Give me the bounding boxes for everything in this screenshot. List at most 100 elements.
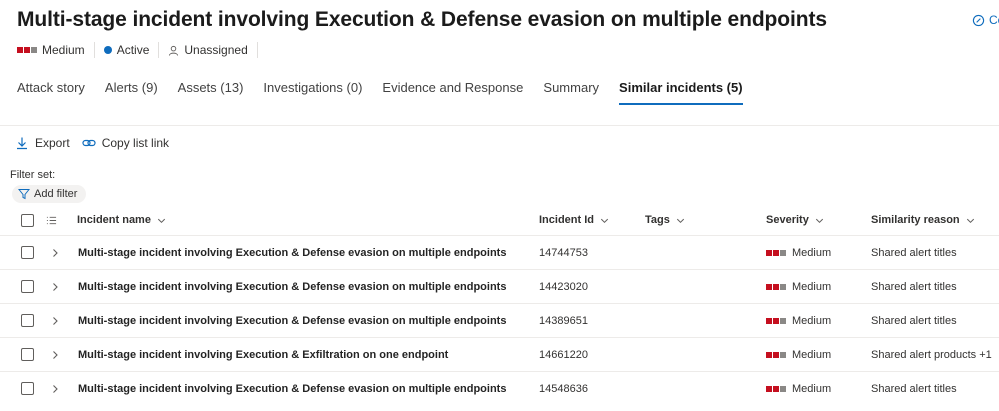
row-select-cell — [21, 236, 34, 269]
comment-icon — [972, 14, 985, 26]
row-select-cell — [21, 372, 34, 405]
page-title: Multi-stage incident involving Execution… — [17, 8, 827, 31]
incident-meta: Medium Active Unassigned — [17, 42, 267, 58]
group-toggle[interactable] — [46, 210, 57, 230]
table-row[interactable]: Multi-stage incident involving Execution… — [0, 337, 999, 371]
incident-name-link[interactable]: Multi-stage incident involving Execution… — [78, 270, 506, 303]
severity-cell: Medium — [766, 236, 831, 269]
download-icon — [17, 137, 27, 150]
severity-label: Medium — [792, 382, 832, 395]
incident-id: 14389651 — [539, 314, 588, 327]
tab-similar-incidents[interactable]: Similar incidents (5) — [619, 79, 743, 105]
incident-name-link[interactable]: Multi-stage incident involving Execution… — [78, 304, 506, 337]
list-icon — [46, 216, 57, 224]
export-label: Export — [35, 136, 70, 150]
tab-summary[interactable]: Summary — [543, 79, 599, 105]
meta-divider — [93, 42, 95, 58]
incident-name-link[interactable]: Multi-stage incident involving Execution… — [78, 236, 506, 269]
tab-attack-story[interactable]: Attack story — [17, 79, 85, 105]
table-row[interactable]: Multi-stage incident involving Execution… — [0, 303, 999, 337]
status-dot-icon — [103, 46, 112, 54]
severity-bar-icon — [766, 351, 786, 358]
incident-id: 14661220 — [539, 348, 588, 361]
column-label: Severity — [766, 214, 809, 226]
row-checkbox[interactable] — [21, 280, 34, 293]
severity-label: Medium — [792, 280, 832, 293]
table-row[interactable]: Multi-stage incident involving Execution… — [0, 371, 999, 405]
column-header-incident-id[interactable]: Incident Id — [539, 210, 610, 230]
row-checkbox[interactable] — [21, 314, 34, 327]
severity-bar-icon — [766, 385, 786, 392]
corner-action-label: Co — [989, 13, 999, 27]
table-row[interactable]: Multi-stage incident involving Execution… — [0, 235, 999, 269]
assignee-label: Unassigned — [184, 43, 248, 57]
select-all-checkbox[interactable] — [21, 213, 34, 227]
assignee-button[interactable]: Unassigned — [168, 43, 248, 57]
similarity-reason: Shared alert titles — [871, 314, 957, 327]
similarity-reason: Shared alert titles — [871, 280, 957, 293]
similarity-reason: Shared alert products +1 — [871, 348, 992, 361]
row-checkbox[interactable] — [21, 246, 34, 259]
tab-evidence-and-response[interactable]: Evidence and Response (2) — [382, 79, 523, 105]
chevron-down-icon — [966, 218, 974, 223]
row-expand-button[interactable] — [50, 338, 60, 371]
corner-action-link[interactable]: Co — [972, 13, 999, 27]
severity-cell: Medium — [766, 270, 831, 303]
chevron-right-icon — [53, 282, 58, 291]
status-label: Active — [116, 43, 150, 57]
copy-list-link-label: Copy list link — [101, 136, 170, 150]
table-header: Incident name Incident Id Tags Severity … — [0, 210, 999, 230]
row-select-cell — [21, 270, 34, 303]
similarity-reason: Shared alert titles — [871, 382, 957, 395]
add-filter-label: Add filter — [34, 188, 78, 200]
link-icon — [82, 139, 96, 147]
command-bar: Export Copy list link — [15, 135, 181, 151]
table-row[interactable]: Multi-stage incident involving Execution… — [0, 269, 999, 303]
incident-id: 14744753 — [539, 246, 588, 259]
chevron-down-icon — [676, 218, 684, 223]
chevron-down-icon — [815, 218, 823, 223]
filter-set-label: Filter set: — [10, 169, 56, 181]
row-checkbox[interactable] — [21, 382, 34, 395]
column-header-tags[interactable]: Tags — [645, 210, 686, 230]
tab-assets[interactable]: Assets (13) — [178, 79, 244, 105]
tab-investigations[interactable]: Investigations (0) — [263, 79, 362, 105]
chevron-right-icon — [53, 350, 58, 359]
add-filter-button[interactable]: Add filter — [12, 185, 87, 203]
chevron-right-icon — [53, 384, 58, 393]
tab-alerts[interactable]: Alerts (9) — [105, 79, 158, 105]
column-header-severity[interactable]: Severity — [766, 210, 825, 230]
chevron-right-icon — [53, 248, 58, 257]
column-label: Similarity reason — [871, 214, 960, 226]
column-label: Tags — [645, 214, 670, 226]
copy-list-link-button[interactable]: Copy list link — [82, 136, 169, 150]
select-all-cell — [21, 210, 34, 230]
chevron-down-icon — [600, 218, 609, 223]
severity-label: Medium — [792, 314, 832, 327]
row-checkbox[interactable] — [21, 348, 34, 361]
incident-name-link[interactable]: Multi-stage incident involving Execution… — [78, 338, 448, 371]
column-header-similarity-reason[interactable]: Similarity reason — [871, 210, 976, 230]
incident-id: 14548636 — [539, 382, 588, 395]
severity-bar-icon — [17, 47, 37, 53]
row-expand-button[interactable] — [50, 236, 60, 269]
severity-bar-icon — [766, 249, 786, 256]
column-header-incident-name[interactable]: Incident name — [77, 210, 167, 230]
export-button[interactable]: Export — [15, 136, 70, 150]
header-divider — [0, 125, 999, 126]
severity-indicator: Medium — [17, 43, 85, 57]
severity-bar-icon — [766, 283, 786, 290]
row-select-cell — [21, 304, 34, 337]
status-indicator: Active — [103, 43, 150, 57]
row-expand-button[interactable] — [50, 304, 60, 337]
column-label: Incident Id — [539, 214, 594, 226]
meta-divider — [256, 42, 258, 58]
similarity-reason: Shared alert titles — [871, 246, 957, 259]
row-expand-button[interactable] — [50, 270, 60, 303]
severity-cell: Medium — [766, 304, 831, 337]
chevron-down-icon — [157, 218, 166, 223]
incident-name-link[interactable]: Multi-stage incident involving Execution… — [78, 372, 506, 405]
row-select-cell — [21, 338, 34, 371]
row-expand-button[interactable] — [50, 372, 60, 405]
severity-label: Medium — [792, 246, 832, 259]
